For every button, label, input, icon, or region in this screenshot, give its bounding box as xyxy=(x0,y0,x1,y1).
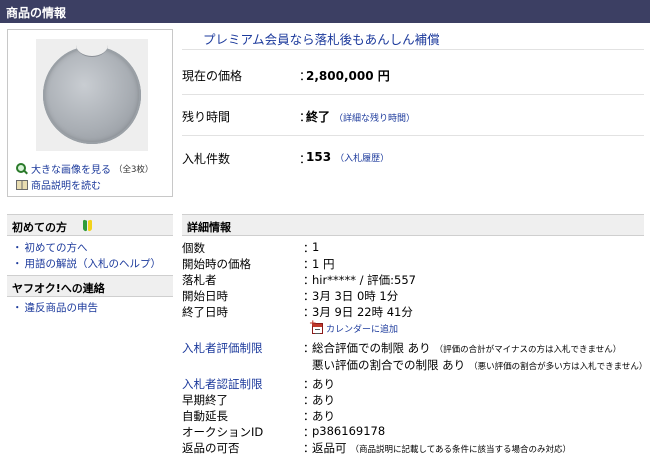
bad-rating-restriction-value: 悪い評価の割合での制限 あり xyxy=(312,358,466,372)
bids-row: 入札件数 ： 153 （入札履歴） xyxy=(182,150,390,166)
add-to-calendar-link[interactable]: カレンダーに追加 xyxy=(326,322,398,335)
section-title: 商品の情報 xyxy=(6,6,67,20)
bidder-rating-restriction-link[interactable]: 入札者評価制限 xyxy=(182,340,263,356)
details-header: 詳細情報 xyxy=(182,214,644,236)
bids-value: 153 xyxy=(306,150,332,164)
section-header: 商品の情報 xyxy=(0,0,650,23)
returns-note: （商品説明に記載してある条件に該当する場合のみ対応） xyxy=(350,445,572,455)
auto-extend-value: あり xyxy=(312,409,335,423)
details-title: 詳細情報 xyxy=(187,221,231,234)
start-price-label: 開始時の価格 xyxy=(182,257,251,271)
contact-title: ヤフオク!への連絡 xyxy=(12,282,105,295)
divider xyxy=(182,49,644,50)
sidebar-item-beginners: ・初めての方へ xyxy=(12,242,88,254)
bid-history-link[interactable]: （入札履歴） xyxy=(335,151,389,164)
returns-value: 返品可 xyxy=(312,441,347,455)
time-left-label: 残り時間 xyxy=(182,110,231,124)
early-end-value: あり xyxy=(312,393,335,407)
premium-promo-link[interactable]: プレミアム会員なら落札後もあんしん補償 xyxy=(203,29,440,48)
winner-value: hir***** / 評価:557 xyxy=(312,273,416,287)
rating-restriction-note: （評価の合計がマイナスの方は入札できません） xyxy=(434,345,622,355)
bids-label: 入札件数 xyxy=(182,152,231,166)
bad-rating-restriction-note: （悪い評価の割合が多い方は入札できません） xyxy=(469,362,648,372)
returns-label: 返品の可否 xyxy=(182,441,240,455)
start-price-value: 1 円 xyxy=(312,257,335,271)
contact-header: ヤフオク!への連絡 xyxy=(7,275,173,297)
start-date-value: 3月 3日 0時 1分 xyxy=(312,289,399,303)
auction-id-label: オークションID xyxy=(182,425,264,439)
price-label: 現在の価格 xyxy=(182,69,243,83)
book-icon xyxy=(16,179,28,190)
divider xyxy=(182,135,644,136)
description-link-row: 商品説明を読む xyxy=(16,177,101,192)
start-date-label: 開始日時 xyxy=(182,289,228,303)
image-count-note: （全3枚） xyxy=(114,164,154,175)
calendar-icon: + xyxy=(309,320,323,334)
quantity-value: 1 xyxy=(312,240,320,254)
time-left-row: 残り時間 ： 終了 （詳細な残り時間） xyxy=(182,110,416,124)
large-image-link[interactable]: 大きな画像を見る xyxy=(31,161,111,176)
report-violation-link[interactable]: 違反商品の申告 xyxy=(25,302,99,314)
coin-image xyxy=(43,45,141,144)
glossary-link[interactable]: 用語の解説（入札のヘルプ） xyxy=(25,258,162,270)
price-row: 現在の価格 ： 2,800,000 円 xyxy=(182,69,390,83)
auto-extend-label: 自動延長 xyxy=(182,409,228,423)
description-link[interactable]: 商品説明を読む xyxy=(31,177,101,192)
large-image-link-row: 大きな画像を見る （全3枚） xyxy=(16,161,153,176)
add-to-calendar-row: + カレンダーに追加 xyxy=(309,320,398,336)
auction-id-value: p386169178 xyxy=(312,424,386,438)
sidebar-item-glossary: ・用語の解説（入札のヘルプ） xyxy=(12,258,162,270)
price-value: 2,800,000 円 xyxy=(306,69,390,83)
detailed-time-link[interactable]: （詳細な残り時間） xyxy=(334,111,415,124)
bidder-auth-restriction-link[interactable]: 入札者認証制限 xyxy=(182,376,263,392)
early-end-label: 早期終了 xyxy=(182,393,228,407)
product-image[interactable] xyxy=(36,39,148,151)
end-date-label: 終了日時 xyxy=(182,305,228,319)
beginner-mark-icon xyxy=(83,219,92,232)
auth-restriction-value: あり xyxy=(312,377,335,391)
end-date-value: 3月 9日 22時 41分 xyxy=(312,305,413,319)
beginners-title: 初めての方 xyxy=(12,221,67,234)
beginners-link[interactable]: 初めての方へ xyxy=(25,242,88,254)
quantity-label: 個数 xyxy=(182,241,205,255)
magnifier-icon xyxy=(16,162,28,175)
rating-restriction-value: 総合評価での制限 あり xyxy=(312,341,431,355)
sidebar-item-report: ・違反商品の申告 xyxy=(12,302,99,314)
time-left-value: 終了 xyxy=(306,110,331,124)
divider xyxy=(182,94,644,95)
beginners-header: 初めての方 xyxy=(7,214,173,236)
product-image-panel: 大きな画像を見る （全3枚） 商品説明を読む xyxy=(7,29,173,197)
winner-label: 落札者 xyxy=(182,273,217,287)
